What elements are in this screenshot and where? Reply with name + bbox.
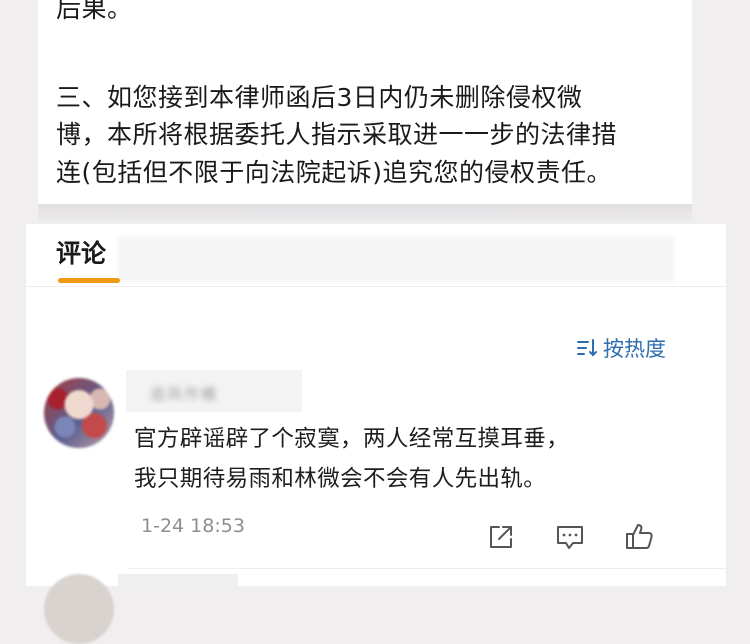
article-line: 连(包括但不限于向法院起诉)追究您的侵权责任。 — [56, 158, 613, 187]
sort-label: 按热度 — [603, 337, 666, 361]
article-line: 博，本所将根据委托人指示采取进一一步的法律措 — [56, 120, 618, 149]
avatar[interactable] — [44, 378, 114, 448]
article-line: 三、如您接到本律师函后3日内仍未删除侵权微 — [56, 83, 583, 112]
article-line: 后果。 — [56, 0, 133, 23]
tab-comments[interactable]: 评论 — [56, 234, 106, 270]
comment-timestamp: 1-24 18:53 — [141, 515, 245, 537]
sort-icon — [577, 339, 597, 357]
next-comment-avatar[interactable] — [44, 574, 114, 644]
comment-button[interactable] — [555, 522, 585, 552]
section-divider — [38, 204, 692, 222]
comment-text-line: 我只期待易雨和林微会不会有人先出轨。 — [134, 466, 547, 492]
share-button[interactable] — [486, 522, 516, 552]
like-button[interactable] — [624, 522, 654, 552]
like-icon — [626, 524, 653, 549]
tab-bar-blurred-area — [118, 236, 674, 282]
comment-username[interactable]: 追风作橘 — [150, 383, 218, 404]
comment-text-line: 官方辟谣辟了个寂寞，两人经常互摸耳垂， — [134, 426, 570, 452]
header-divider — [26, 286, 726, 287]
active-tab-indicator — [58, 278, 120, 283]
sort-by-hot-button[interactable]: 按热度 — [576, 333, 666, 363]
share-icon — [490, 526, 512, 548]
comment-divider — [128, 568, 726, 569]
next-comment-username-area — [118, 574, 238, 586]
comment-icon — [557, 526, 583, 549]
